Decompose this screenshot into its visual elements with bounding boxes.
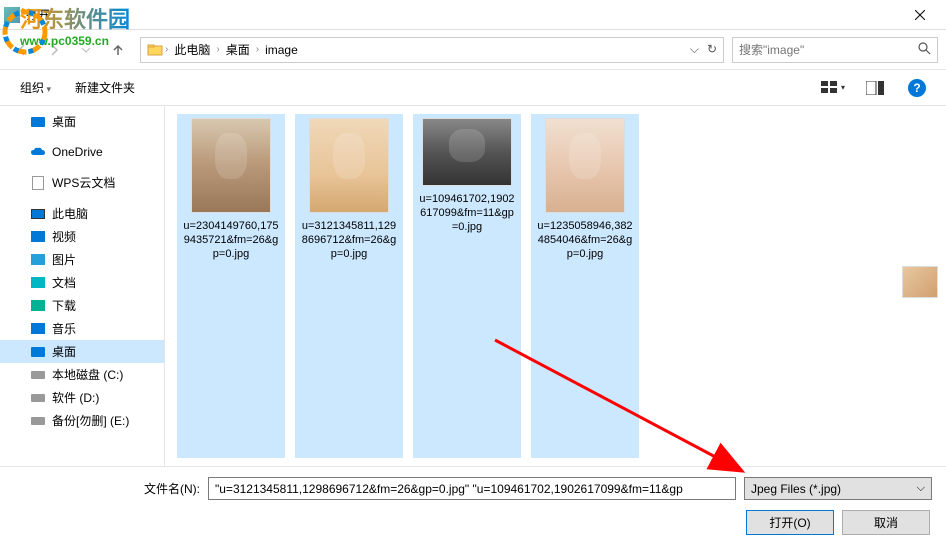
file-item[interactable]: u=1235058946,3824854046&fm=26&gp=0.jpg <box>531 114 639 458</box>
chevron-right-icon: › <box>214 44 221 55</box>
titlebar: 打开 <box>0 0 946 30</box>
preview-thumbnail <box>902 266 938 298</box>
file-name: u=109461702,1902617099&fm=11&gp=0.jpg <box>417 192 517 234</box>
breadcrumb-item[interactable]: 桌面 <box>222 41 254 58</box>
close-button[interactable] <box>898 0 942 30</box>
sidebar-item-downloads[interactable]: 下载 <box>0 294 164 317</box>
sidebar-item-label: 此电脑 <box>52 205 88 222</box>
nav-back-button[interactable] <box>8 36 36 64</box>
preview-pane-button[interactable] <box>858 76 892 100</box>
documents-folder-icon <box>31 277 45 288</box>
sidebar-item-pictures[interactable]: 图片 <box>0 248 164 271</box>
nav-up-button[interactable] <box>104 36 132 64</box>
sidebar-item-label: 软件 (D:) <box>52 389 99 406</box>
help-icon: ? <box>908 79 926 97</box>
nav-forward-button[interactable] <box>40 36 68 64</box>
sidebar-item-thispc[interactable]: 此电脑 <box>0 202 164 225</box>
sidebar-item-label: 视频 <box>52 228 76 245</box>
sidebar-item-documents[interactable]: 文档 <box>0 271 164 294</box>
desktop-icon <box>31 117 45 127</box>
toolbar: 组织 新建文件夹 ▾ ? <box>0 70 946 106</box>
search-input[interactable] <box>739 43 917 57</box>
breadcrumb-item[interactable]: image <box>261 43 302 57</box>
file-name: u=2304149760,1759435721&fm=26&gp=0.jpg <box>181 219 281 261</box>
sidebar-item-label: 桌面 <box>52 343 76 360</box>
filetype-label: Jpeg Files (*.jpg) <box>751 482 841 496</box>
sidebar-item-label: 文档 <box>52 274 76 291</box>
file-icon <box>32 176 44 190</box>
filename-input[interactable] <box>208 477 736 500</box>
sidebar-item-label: OneDrive <box>52 145 103 159</box>
sidebar-item-label: 备份[勿删] (E:) <box>52 412 129 429</box>
nav-recent-button[interactable] <box>72 36 100 64</box>
sidebar-item-label: WPS云文档 <box>52 174 115 191</box>
open-button[interactable]: 打开(O) <box>746 510 834 535</box>
sidebar-item-label: 音乐 <box>52 320 76 337</box>
organize-button[interactable]: 组织 <box>12 75 59 100</box>
sidebar-item-music[interactable]: 音乐 <box>0 317 164 340</box>
app-icon <box>4 7 20 23</box>
navbar: › 此电脑 › 桌面 › image ⌵ ↻ <box>0 30 946 70</box>
sidebar-item-desktop-2[interactable]: 桌面 <box>0 340 164 363</box>
file-list: u=2304149760,1759435721&fm=26&gp=0.jpg u… <box>165 106 946 466</box>
file-item[interactable]: u=3121345811,1298696712&fm=26&gp=0.jpg <box>295 114 403 458</box>
music-folder-icon <box>31 323 45 334</box>
sidebar-item-drive-c[interactable]: 本地磁盘 (C:) <box>0 363 164 386</box>
view-mode-button[interactable]: ▾ <box>816 76 850 100</box>
onedrive-icon <box>30 144 46 160</box>
bottom-bar: 文件名(N): Jpeg Files (*.jpg) 打开(O) 取消 <box>0 466 946 549</box>
breadcrumb[interactable]: › 此电脑 › 桌面 › image ⌵ ↻ <box>140 37 724 63</box>
sidebar-item-desktop[interactable]: 桌面 <box>0 110 164 133</box>
search-icon[interactable] <box>917 41 931 58</box>
desktop-icon <box>31 347 45 357</box>
chevron-right-icon: › <box>254 44 261 55</box>
sidebar-item-drive-e[interactable]: 备份[勿删] (E:) <box>0 409 164 432</box>
file-item[interactable]: u=2304149760,1759435721&fm=26&gp=0.jpg <box>177 114 285 458</box>
new-folder-button[interactable]: 新建文件夹 <box>67 75 143 100</box>
downloads-folder-icon <box>31 300 45 311</box>
sidebar-item-onedrive[interactable]: OneDrive <box>0 141 164 163</box>
file-thumbnail <box>422 118 512 186</box>
file-item[interactable]: u=109461702,1902617099&fm=11&gp=0.jpg <box>413 114 521 458</box>
main-area: 桌面 OneDrive WPS云文档 此电脑 视频 图片 <box>0 106 946 466</box>
cancel-button[interactable]: 取消 <box>842 510 930 535</box>
help-button[interactable]: ? <box>900 76 934 100</box>
sidebar: 桌面 OneDrive WPS云文档 此电脑 视频 图片 <box>0 106 165 466</box>
folder-icon <box>147 42 163 58</box>
file-name: u=3121345811,1298696712&fm=26&gp=0.jpg <box>299 219 399 261</box>
file-thumbnail <box>191 118 271 213</box>
file-thumbnail <box>545 118 625 213</box>
window-title: 打开 <box>26 6 898 23</box>
thispc-icon <box>31 209 45 219</box>
search-box[interactable] <box>732 37 938 63</box>
pictures-folder-icon <box>31 254 45 265</box>
drive-icon <box>31 394 45 402</box>
breadcrumb-item[interactable]: 此电脑 <box>170 41 214 58</box>
sidebar-item-label: 本地磁盘 (C:) <box>52 366 123 383</box>
sidebar-item-label: 下载 <box>52 297 76 314</box>
chevron-right-icon: › <box>163 44 170 55</box>
sidebar-item-wps[interactable]: WPS云文档 <box>0 171 164 194</box>
sidebar-item-label: 桌面 <box>52 113 76 130</box>
dropdown-icon[interactable]: ⌵ <box>690 42 699 57</box>
sidebar-item-label: 图片 <box>52 251 76 268</box>
sidebar-item-video[interactable]: 视频 <box>0 225 164 248</box>
video-folder-icon <box>31 231 45 242</box>
filetype-select[interactable]: Jpeg Files (*.jpg) <box>744 477 932 500</box>
drive-icon <box>31 371 45 379</box>
file-name: u=1235058946,3824854046&fm=26&gp=0.jpg <box>535 219 635 261</box>
drive-icon <box>31 417 45 425</box>
filename-label: 文件名(N): <box>14 480 200 497</box>
refresh-icon[interactable]: ↻ <box>707 42 717 57</box>
file-thumbnail <box>309 118 389 213</box>
sidebar-item-drive-d[interactable]: 软件 (D:) <box>0 386 164 409</box>
